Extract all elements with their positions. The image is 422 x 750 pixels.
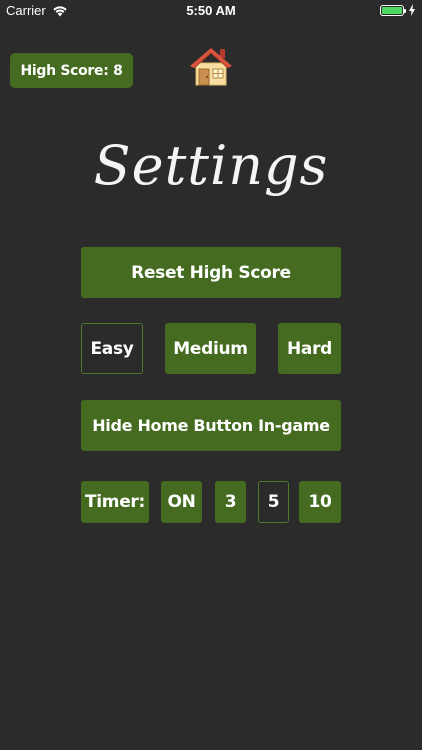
hide-home-button-toggle[interactable]: Hide Home Button In-game <box>81 400 341 451</box>
home-icon[interactable] <box>189 45 233 87</box>
difficulty-easy-button[interactable]: Easy <box>81 323 143 374</box>
battery-icon <box>380 5 406 16</box>
timer-label: Timer: <box>81 481 149 523</box>
charging-bolt-icon <box>409 3 415 21</box>
high-score-badge: High Score: 8 <box>10 53 133 88</box>
difficulty-medium-button[interactable]: Medium <box>165 323 256 374</box>
difficulty-hard-button[interactable]: Hard <box>278 323 341 374</box>
reset-high-score-button[interactable]: Reset High Score <box>81 247 341 298</box>
status-bar: Carrier 5:50 AM <box>0 0 422 22</box>
timer-5-button[interactable]: 5 <box>258 481 289 523</box>
status-time: 5:50 AM <box>186 3 236 18</box>
timer-3-button[interactable]: 3 <box>215 481 246 523</box>
timer-10-button[interactable]: 10 <box>299 481 341 523</box>
timer-on-button[interactable]: ON <box>161 481 202 523</box>
page-title: Settings <box>93 134 329 197</box>
